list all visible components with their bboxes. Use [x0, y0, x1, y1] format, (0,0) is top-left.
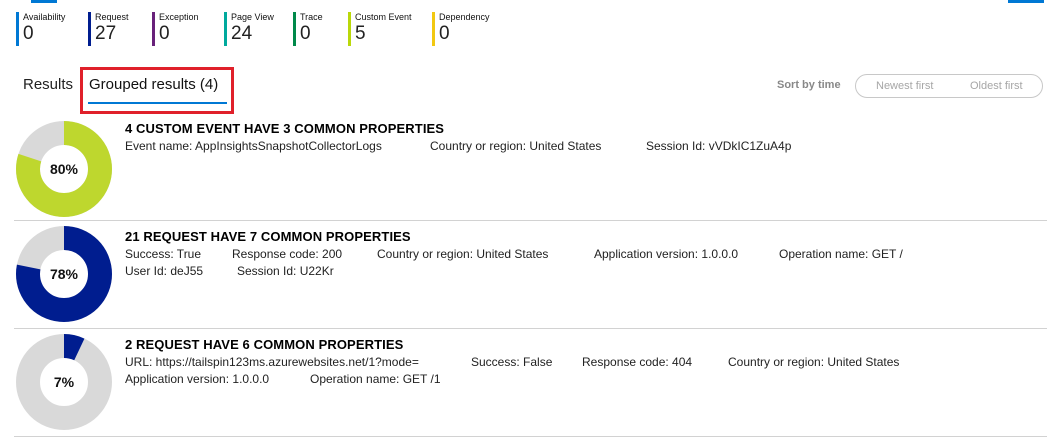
counter-custom-event[interactable]: Custom Event 5	[348, 10, 412, 46]
property-country: Country or region: United States	[377, 247, 549, 261]
property-event-name: Event name: AppInsightsSnapshotCollector…	[125, 139, 382, 153]
counter-value: 0	[439, 23, 450, 44]
sort-newest-first-option[interactable]: Newest first	[876, 80, 933, 92]
sort-oldest-first-option[interactable]: Oldest first	[970, 80, 1023, 92]
counter-value: 5	[355, 23, 366, 44]
counter-request[interactable]: Request 27	[88, 10, 129, 46]
grouped-results-view: Availability 0 Request 27 Exception 0 Pa…	[0, 0, 1049, 439]
property-app-version: Application version: 1.0.0.0	[594, 247, 739, 261]
counter-page-view[interactable]: Page View 24	[224, 10, 274, 46]
property-response-code: Response code: 404	[582, 355, 693, 369]
group-title: 2 REQUEST HAVE 6 COMMON PROPERTIES	[125, 337, 404, 352]
property-app-version: Application version: 1.0.0.0	[125, 372, 270, 386]
donut-percent-label: 78%	[50, 266, 79, 282]
result-group[interactable]: 78% 21 REQUEST HAVE 7 COMMON PROPERTIES …	[14, 221, 1047, 329]
property-success: Success: True	[125, 247, 202, 261]
counter-color-bar	[432, 12, 435, 46]
donut-percent-label: 80%	[50, 161, 79, 177]
property-response-code: Response code: 200	[232, 247, 343, 261]
counter-color-bar	[88, 12, 91, 46]
property-operation-name: Operation name: GET /1	[310, 372, 441, 386]
group-donut-chart: 78%	[16, 226, 112, 322]
group-title: 21 REQUEST HAVE 7 COMMON PROPERTIES	[125, 229, 411, 244]
result-group[interactable]: 7% 2 REQUEST HAVE 6 COMMON PROPERTIES UR…	[14, 329, 1047, 437]
counter-label: Dependency	[439, 12, 490, 22]
property-country: Country or region: United States	[430, 139, 602, 153]
group-title: 4 CUSTOM EVENT HAVE 3 COMMON PROPERTIES	[125, 121, 445, 136]
counter-trace[interactable]: Trace 0	[293, 10, 323, 46]
tab-results[interactable]: Results	[23, 75, 73, 95]
counter-exception[interactable]: Exception 0	[152, 10, 199, 46]
counter-value: 27	[95, 23, 117, 44]
counter-dependency[interactable]: Dependency 0	[432, 10, 490, 46]
group-divider	[14, 436, 1047, 437]
property-url: URL: https://tailspin123ms.azurewebsites…	[125, 355, 419, 369]
counter-value: 0	[23, 23, 34, 44]
property-user-id: User Id: deJ55	[125, 264, 204, 278]
donut-percent-label: 7%	[54, 374, 75, 390]
property-operation-name: Operation name: GET /	[779, 247, 903, 261]
counter-label: Trace	[300, 12, 323, 22]
property-session-id: Session Id: vVDkIC1ZuA4p	[646, 139, 792, 153]
counter-label: Page View	[231, 12, 274, 22]
counter-label: Custom Event	[355, 12, 412, 22]
sort-by-time-label: Sort by time	[777, 79, 841, 91]
counter-value: 0	[300, 23, 311, 44]
property-success: Success: False	[471, 355, 553, 369]
group-donut-chart: 80%	[16, 121, 112, 217]
counter-label: Exception	[159, 12, 199, 22]
property-session-id: Session Id: U22Kr	[237, 264, 334, 278]
sort-toggle: Newest first Oldest first	[855, 74, 1043, 98]
result-group[interactable]: 80% 4 CUSTOM EVENT HAVE 3 COMMON PROPERT…	[14, 116, 1047, 221]
counter-color-bar	[224, 12, 227, 46]
top-accent-left	[31, 0, 57, 3]
group-donut-chart: 7%	[16, 334, 112, 430]
counter-color-bar	[16, 12, 19, 46]
counter-value: 0	[159, 23, 170, 44]
counter-availability[interactable]: Availability 0	[16, 10, 65, 46]
counter-value: 24	[231, 23, 253, 44]
top-accent-right	[1008, 0, 1044, 3]
counter-label: Availability	[23, 12, 66, 22]
counter-color-bar	[348, 12, 351, 46]
counter-color-bar	[293, 12, 296, 46]
property-country: Country or region: United States	[728, 355, 900, 369]
counter-label: Request	[95, 12, 129, 22]
counter-color-bar	[152, 12, 155, 46]
annotation-highlight-box	[80, 67, 234, 114]
